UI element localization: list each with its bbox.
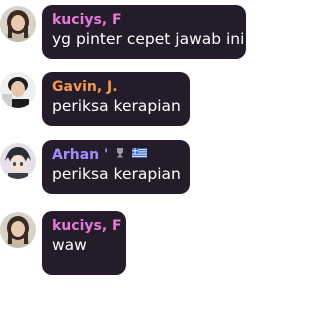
author-name[interactable]: Arhan ' <box>52 146 180 164</box>
message-text: periksa kerapian <box>52 165 181 183</box>
author-name[interactable]: kuciys, F <box>52 11 236 29</box>
message-bubble: Gavin, J. periksa kerapian <box>42 72 190 126</box>
trophy-icon <box>115 146 125 164</box>
author-name[interactable]: kuciys, F <box>52 217 122 235</box>
girl-avatar-icon[interactable] <box>0 6 36 42</box>
chat-thread: kuciys, F yg pinter cepet jawab ini Gavi… <box>0 0 252 320</box>
author-suffix: ' <box>104 147 109 163</box>
girl-avatar-icon[interactable] <box>0 212 36 248</box>
boy-avatar-icon[interactable] <box>0 72 36 108</box>
message-bubble: kuciys, F yg pinter cepet jawab ini <box>42 5 246 59</box>
author-name[interactable]: Gavin, J. <box>52 78 180 96</box>
message-bubble: kuciys, F waw <box>42 211 126 275</box>
message-bubble: Arhan ' periksa kerapian <box>42 140 190 194</box>
message-text: periksa kerapian <box>52 97 181 115</box>
message-text: waw <box>52 236 87 254</box>
message-text: yg pinter cepet jawab ini <box>52 30 245 48</box>
greece-flag-icon <box>132 146 148 164</box>
anime-avatar-icon[interactable] <box>0 143 36 179</box>
